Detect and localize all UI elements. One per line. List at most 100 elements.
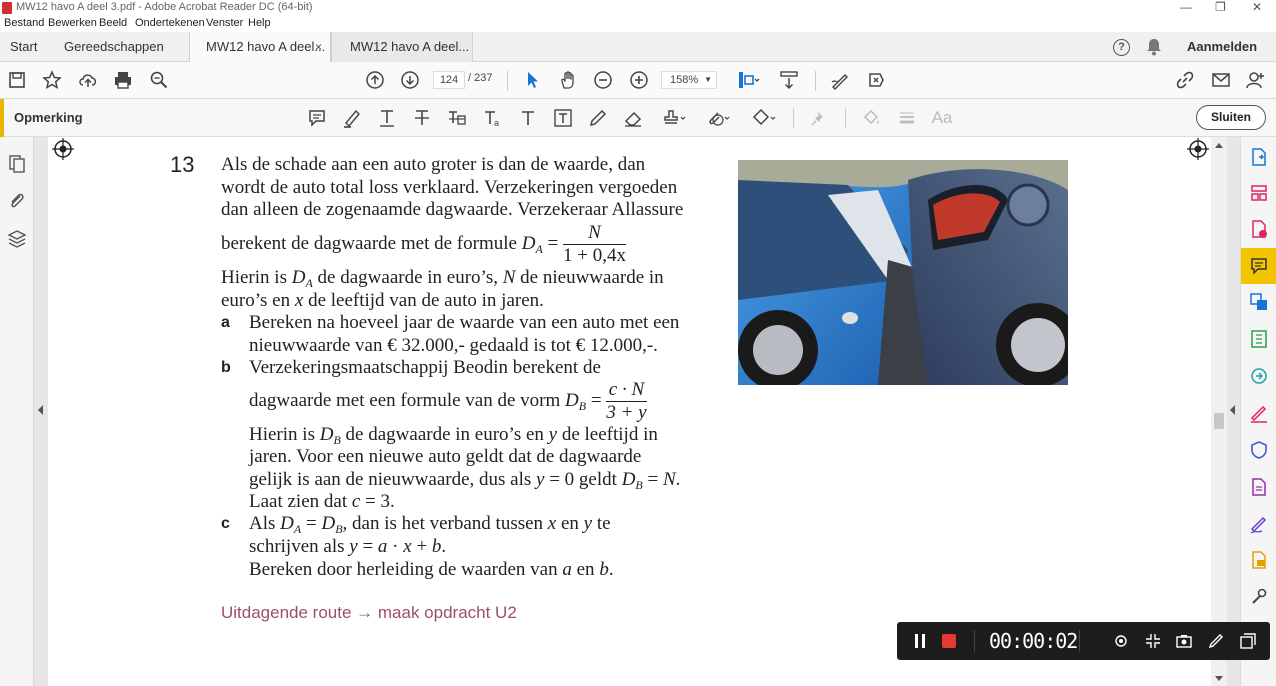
request-signature-icon[interactable] [1249, 514, 1269, 534]
bookmark-star-icon[interactable] [41, 69, 63, 91]
b-line6-pre: Laat zien dat [249, 491, 348, 512]
zoom-in-icon[interactable] [628, 69, 650, 91]
formula-b-numerator: c · N [606, 379, 647, 402]
c-line2-pre: schrijven als [249, 536, 345, 557]
close-comment-button[interactable]: Sluiten [1196, 105, 1266, 130]
forms-icon[interactable] [1249, 477, 1269, 497]
print-icon[interactable] [112, 69, 134, 91]
share-link-icon[interactable] [1174, 69, 1196, 91]
tab-document-2[interactable]: MW12 havo A deel... [331, 32, 473, 62]
close-window-button[interactable]: ✕ [1252, 0, 1262, 14]
organize-pages-icon[interactable] [1249, 183, 1269, 203]
add-user-icon[interactable] [1244, 69, 1266, 91]
add-text-icon[interactable] [517, 107, 539, 129]
zoom-out-icon[interactable] [592, 69, 614, 91]
underline-text-icon[interactable] [376, 107, 398, 129]
search-zoom-icon[interactable] [148, 69, 170, 91]
text-box-icon[interactable] [552, 107, 574, 129]
title-bar: MW12 havo A deel 3.pdf - Adobe Acrobat R… [0, 0, 1276, 16]
def-x-symbol: x [294, 290, 304, 311]
attach-file-icon[interactable] [704, 107, 734, 129]
scroll-down-icon[interactable] [1215, 676, 1223, 681]
scroll-up-icon[interactable] [1215, 143, 1223, 148]
page-display-icon[interactable] [735, 69, 763, 91]
pause-icon[interactable] [913, 634, 927, 648]
hand-tool-icon[interactable] [557, 69, 579, 91]
send-for-review-icon[interactable] [1249, 366, 1269, 386]
c-line3-mid: en [576, 559, 595, 580]
stamp-icon[interactable] [660, 107, 690, 129]
formula-a-line: berekent de dagwaarde met de formule DA … [221, 222, 626, 267]
stop-record-icon[interactable] [942, 634, 956, 648]
maximize-button[interactable]: ❐ [1215, 0, 1226, 14]
create-pdf-icon[interactable] [1249, 219, 1269, 239]
b-line3-end: de leeftijd in [561, 424, 658, 445]
signin-button[interactable]: Aanmelden [1187, 32, 1257, 62]
insert-text-icon[interactable]: a [482, 107, 504, 129]
eraser-icon[interactable] [622, 107, 644, 129]
scrollbar-thumb[interactable] [1214, 413, 1224, 429]
c-x-symbol: x [547, 513, 557, 534]
scroll-mode-icon[interactable] [778, 69, 800, 91]
subquestion-c-line-3: Bereken door herleiding de waarden van a… [249, 559, 614, 580]
crosshair-icon [52, 138, 74, 160]
formula-a-denominator: 1 + 0,4x [563, 245, 626, 266]
layers-icon[interactable] [6, 228, 28, 250]
formula-a-fraction: N 1 + 0,4x [563, 222, 626, 267]
draw-pen-icon[interactable] [1208, 633, 1224, 654]
subquestion-b-line-1: Verzekeringsmaatschappij Beodin berekent… [249, 357, 601, 378]
strikethrough-icon[interactable] [411, 107, 433, 129]
subquestion-c-line-2: schrijven als y = a · x + b. [249, 536, 447, 557]
tab-start[interactable]: Start [10, 32, 37, 62]
sticky-note-icon[interactable] [306, 107, 328, 129]
collapse-icon[interactable] [1145, 633, 1161, 654]
menu-beeld[interactable]: Beeld [99, 17, 127, 29]
export-file-icon[interactable] [1249, 550, 1269, 570]
formula-b-lhs: DB [565, 389, 587, 413]
menu-help[interactable]: Help [248, 17, 271, 29]
zoom-select[interactable]: 158% ▼ [661, 71, 717, 89]
export-pdf-icon[interactable] [1249, 147, 1269, 167]
left-panel-collapse[interactable] [34, 137, 48, 686]
intro-line-2: wordt de auto total loss verklaard. Verz… [221, 177, 678, 198]
attachments-paperclip-icon[interactable] [6, 190, 28, 212]
crosshair-icon [1187, 138, 1209, 160]
select-cursor-icon[interactable] [521, 69, 543, 91]
screenshot-camera-icon[interactable] [1176, 633, 1192, 654]
minimize-button[interactable]: — [1180, 0, 1192, 14]
email-icon[interactable] [1210, 69, 1232, 91]
combine-files-icon[interactable] [1249, 292, 1269, 312]
page-up-icon[interactable] [364, 69, 386, 91]
more-tools-icon[interactable] [1249, 587, 1269, 607]
replace-text-icon[interactable] [446, 107, 468, 129]
tab-tools[interactable]: Gereedschappen [64, 32, 164, 62]
help-icon[interactable]: ? [1113, 32, 1130, 62]
menu-bestand[interactable]: Bestand [4, 17, 44, 29]
comment-tool-icon[interactable] [1241, 248, 1276, 284]
save-icon[interactable] [6, 69, 28, 91]
compress-pdf-icon[interactable] [1249, 329, 1269, 349]
fill-sign-icon[interactable] [865, 69, 887, 91]
menu-venster[interactable]: Venster [206, 17, 243, 29]
sign-pen-icon[interactable] [829, 69, 851, 91]
shapes-icon[interactable] [750, 107, 780, 129]
upload-cloud-icon[interactable] [77, 69, 99, 91]
tab-document-1[interactable]: MW12 havo A deel... × [189, 32, 331, 62]
right-panel-collapse[interactable] [1227, 137, 1240, 686]
menu-bewerken[interactable]: Bewerken [48, 17, 97, 29]
page-down-icon[interactable] [399, 69, 421, 91]
def-line2-post: de leeftijd van de auto in jaren. [308, 290, 544, 311]
webcam-icon[interactable] [1113, 633, 1129, 654]
fill-and-sign-icon[interactable] [1249, 403, 1269, 423]
highlight-icon[interactable] [341, 107, 363, 129]
tab-close-icon[interactable]: × [315, 32, 322, 62]
notifications-bell-icon[interactable] [1146, 32, 1162, 62]
pencil-icon[interactable] [587, 107, 609, 129]
page-number-input[interactable]: 124 [433, 71, 465, 89]
page-thumbnails-icon[interactable] [6, 153, 28, 175]
menu-ondertekenen[interactable]: Ondertekenen [135, 17, 205, 29]
minimize-recorder-icon[interactable] [1240, 633, 1256, 654]
c-db-symbol: DB [321, 513, 343, 536]
protect-shield-icon[interactable] [1249, 440, 1269, 460]
vertical-scrollbar[interactable] [1211, 137, 1227, 686]
